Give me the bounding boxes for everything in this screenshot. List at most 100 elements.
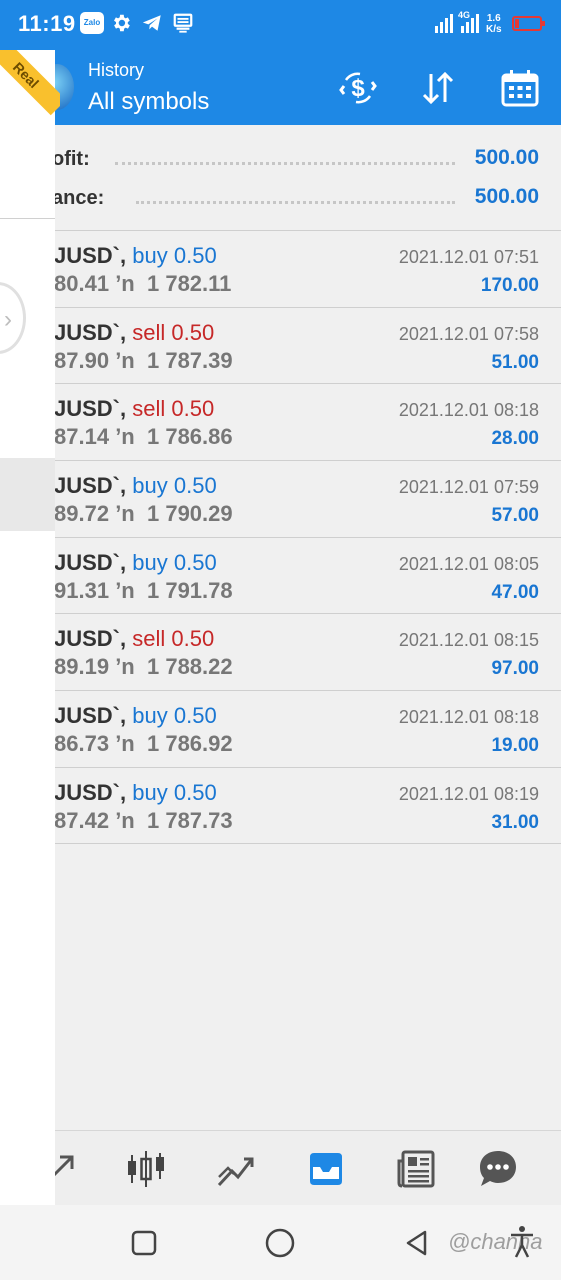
- side-drawer[interactable]: ›: [0, 50, 55, 1205]
- home-icon[interactable]: [264, 1227, 296, 1259]
- deal-open-price: 87.14: [54, 424, 110, 450]
- deal-arrow: ’n: [115, 271, 135, 296]
- deal-symbol: JUSD`,: [54, 626, 127, 652]
- deal-prices: 87.14 ’n 1 786.86: [54, 424, 233, 450]
- deal-side: buy: [132, 473, 168, 499]
- deal-open-price: 80.41: [54, 271, 110, 296]
- message-icon: [173, 13, 193, 33]
- network-speed: 1.6 K/s: [486, 13, 502, 35]
- deal-title: JUSD`, buy 0.50: [54, 550, 217, 576]
- deal-open-price: 89.19: [54, 654, 110, 680]
- deal-datetime: 2021.12.01 07:51: [398, 247, 539, 267]
- deal-profit: 28.00: [491, 428, 539, 450]
- deal-volume: 0.50: [173, 243, 217, 268]
- deal-side: sell: [132, 396, 166, 422]
- deal-row[interactable]: JUSD`, buy 0.50 91.31 ’n 1 791.78 2021.12.…: [0, 536, 561, 614]
- system-nav: @channa: [0, 1205, 561, 1280]
- deal-side: buy: [132, 703, 168, 729]
- deal-open-price: 87.42: [54, 807, 110, 833]
- deal-volume: 0.50: [171, 396, 215, 422]
- deal-title: JUSD`, buy 0.50: [54, 780, 217, 806]
- status-bar: 11:19 Zalo 4G 1.6 K/s: [0, 0, 561, 50]
- balance-row: ance: 500.00: [0, 179, 561, 217]
- deal-symbol: JUSD`,: [54, 779, 127, 805]
- deal-row[interactable]: JUSD`, sell 0.50 87.14 ’n 1 786.86 2021.12…: [0, 383, 561, 460]
- drawer-selected-item[interactable]: [0, 458, 55, 531]
- deal-side: sell: [132, 319, 166, 345]
- deal-symbol: JUSD`,: [54, 243, 127, 268]
- deal-row[interactable]: JUSD`, buy 0.50 89.72 ’n 1 790.29 2021.12.…: [0, 460, 561, 537]
- network-speed-value: 1.6: [486, 13, 501, 24]
- profit-label: ofit:: [52, 148, 90, 170]
- deal-volume: 0.50: [173, 473, 217, 499]
- profit-row: ofit: 500.00: [0, 140, 561, 178]
- deal-datetime: 2021.12.01 08:18: [398, 400, 539, 421]
- deal-open-price: 86.73: [54, 731, 110, 757]
- battery-icon: [512, 16, 545, 31]
- deals-list[interactable]: JUSD`, buy 0.50 80.41 ’n 1 782.11 2021.12.…: [0, 230, 561, 844]
- page-title[interactable]: All symbols: [88, 88, 209, 116]
- chart-candles-icon[interactable]: [126, 1149, 166, 1189]
- deal-symbol: JUSD`,: [54, 703, 127, 729]
- deal-arrow: ’n: [115, 654, 135, 680]
- deal-datetime: 2021.12.01 08:15: [398, 630, 539, 651]
- account-badge: Real: [0, 50, 60, 125]
- page-subtitle: History: [88, 60, 145, 80]
- deal-prices: 89.72 ’n 1 790.29: [54, 501, 233, 527]
- deal-symbol: JUSD`,: [54, 549, 127, 575]
- deal-profit: 57.00: [491, 505, 539, 527]
- network-type: 4G: [458, 10, 471, 20]
- sort-icon[interactable]: [418, 68, 458, 108]
- deal-prices: 87.42 ’n 1 787.73: [54, 808, 233, 834]
- calendar-icon[interactable]: [500, 68, 540, 108]
- deal-datetime: 2021.12.01 07:59: [398, 477, 539, 498]
- history-icon[interactable]: [306, 1149, 346, 1189]
- chat-icon[interactable]: [478, 1149, 518, 1189]
- deal-datetime: 2021.12.01 08:19: [398, 783, 539, 804]
- chevron-right-icon[interactable]: ›: [4, 306, 12, 334]
- settings-icon: [114, 14, 130, 32]
- deal-title: JUSD`, sell 0.50: [54, 626, 214, 652]
- deal-title: JUSD`, buy 0.50: [54, 473, 217, 499]
- trade-icon[interactable]: [216, 1149, 256, 1189]
- deal-side: buy: [132, 243, 168, 268]
- network-speed-unit: K/s: [486, 24, 502, 35]
- deal-symbol: JUSD`,: [54, 396, 127, 422]
- deal-row[interactable]: JUSD`, sell 0.50 89.19 ’n 1 788.22 2021.12…: [0, 613, 561, 690]
- deal-arrow: ’n: [115, 807, 135, 833]
- deal-arrow: ’n: [115, 347, 135, 373]
- deal-close-price: 1 786.92: [146, 731, 233, 757]
- deal-open-price: 87.90: [54, 347, 110, 373]
- deal-open-price: 91.31: [54, 577, 110, 603]
- deal-prices: 87.90 ’n 1 787.39: [54, 348, 233, 374]
- deal-close-price: 1 786.86: [146, 424, 233, 450]
- deal-prices: 91.31 ’n 1 791.78: [54, 578, 233, 604]
- currency-exchange-icon[interactable]: $: [338, 68, 378, 108]
- deal-row[interactable]: JUSD`, buy 0.50 87.42 ’n 1 787.73 2021.12.…: [0, 766, 561, 844]
- deal-arrow: ’n: [115, 501, 135, 527]
- deal-title: JUSD`, sell 0.50: [54, 396, 214, 422]
- accessibility-icon[interactable]: [508, 1225, 536, 1259]
- profit-value: 500.00: [474, 146, 539, 169]
- deal-symbol: JUSD`,: [54, 319, 127, 345]
- news-icon[interactable]: [396, 1149, 436, 1189]
- deal-row[interactable]: JUSD`, buy 0.50 80.41 ’n 1 782.11 2021.12.…: [0, 230, 561, 307]
- deal-datetime: 2021.12.01 08:05: [398, 553, 539, 574]
- deal-volume: 0.50: [173, 703, 217, 729]
- deal-title: JUSD`, buy 0.50: [54, 703, 217, 729]
- back-icon[interactable]: [403, 1229, 431, 1257]
- dotted-leader: [115, 162, 455, 165]
- account-badge-label: Real: [0, 50, 60, 116]
- deal-row[interactable]: JUSD`, buy 0.50 86.73 ’n 1 786.92 2021.12.…: [0, 690, 561, 767]
- recents-icon[interactable]: [130, 1229, 158, 1257]
- telegram-icon: [142, 15, 161, 31]
- balance-label: ance:: [52, 187, 105, 209]
- deal-close-price: 1 790.29: [146, 501, 233, 527]
- svg-text:$: $: [351, 75, 365, 102]
- deal-arrow: ’n: [115, 577, 135, 603]
- deal-prices: 80.41 ’n 1 782.11: [54, 271, 231, 297]
- deal-profit: 170.00: [480, 275, 539, 296]
- balance-value: 500.00: [474, 185, 539, 208]
- deal-close-price: 1 782.11: [146, 271, 232, 296]
- deal-row[interactable]: JUSD`, sell 0.50 87.90 ’n 1 787.39 2021.12…: [0, 306, 561, 384]
